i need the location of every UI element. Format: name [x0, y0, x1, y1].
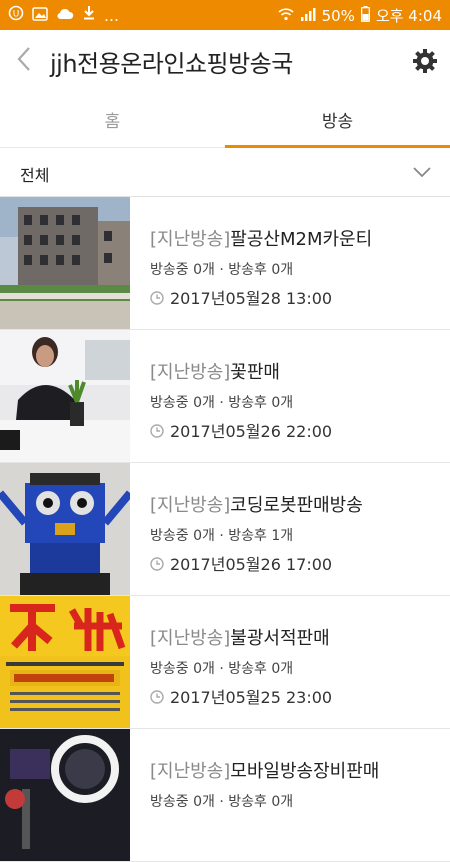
clock-icon: [150, 423, 164, 438]
battery-percent: 50%: [321, 6, 355, 25]
broadcast-item[interactable]: [지난방송]모바일방송장비판매 방송중 0개 · 방송후 0개: [0, 729, 450, 862]
broadcast-info: [지난방송]꽃판매 방송중 0개 · 방송후 0개 2017년05월26 22:…: [150, 358, 440, 442]
battery-icon: [361, 5, 370, 26]
broadcast-tag: [지난방송]: [150, 362, 231, 383]
broadcast-counts: 방송중 0개 · 방송후 1개: [150, 528, 294, 544]
broadcast-date-text: 2017년05월25 23:00: [170, 688, 333, 707]
broadcast-list: [지난방송]팔공산M2M카운티 방송중 0개 · 방송후 0개 2017년05월…: [0, 197, 450, 862]
broadcast-tag: [지난방송]: [150, 495, 231, 516]
tab-broadcast[interactable]: 방송: [225, 92, 450, 148]
filter-label: 전체: [20, 166, 50, 185]
download-icon: [82, 5, 96, 26]
broadcast-thumbnail: [0, 330, 130, 462]
broadcast-name: 코딩로봇판매방송: [230, 495, 363, 516]
broadcast-name: 불광서적판매: [230, 628, 330, 649]
broadcast-date-text: 2017년05월28 13:00: [170, 289, 333, 308]
broadcast-info: [지난방송]코딩로봇판매방송 방송중 0개 · 방송후 1개 2017년05월2…: [150, 491, 440, 575]
broadcast-item[interactable]: [지난방송]불광서적판매 방송중 0개 · 방송후 0개 2017년05월25 …: [0, 596, 450, 729]
broadcast-title: [지난방송]불광서적판매: [150, 624, 440, 650]
more-icon: …: [104, 6, 119, 25]
clock-icon: [150, 689, 164, 704]
page-title: jjh전용온라인쇼핑방송국: [50, 50, 293, 78]
broadcast-counts: 방송중 0개 · 방송후 0개: [150, 794, 294, 810]
signal-icon: [300, 7, 316, 25]
broadcast-info: [지난방송]불광서적판매 방송중 0개 · 방송후 0개 2017년05월25 …: [150, 624, 440, 708]
broadcast-name: 팔공산M2M카운티: [230, 229, 373, 250]
broadcast-title: [지난방송]꽃판매: [150, 358, 440, 384]
gear-icon[interactable]: [412, 48, 438, 74]
clock-icon: [150, 290, 164, 305]
svg-text:U: U: [13, 10, 20, 20]
broadcast-counts: 방송중 0개 · 방송후 0개: [150, 262, 294, 278]
status-bar: U … 50% 오후 4:04: [0, 0, 450, 30]
broadcast-info: [지난방송]모바일방송장비판매 방송중 0개 · 방송후 0개: [150, 757, 440, 811]
broadcast-date-text: 2017년05월26 22:00: [170, 422, 333, 441]
image-icon: [32, 6, 48, 26]
wifi-icon: [278, 7, 294, 25]
broadcast-date: 2017년05월28 13:00: [150, 285, 440, 309]
broadcast-date: 2017년05월25 23:00: [150, 684, 440, 708]
u-plus-icon: U: [8, 5, 24, 26]
broadcast-thumbnail: [0, 596, 130, 728]
broadcast-thumbnail: [0, 463, 130, 595]
broadcast-counts: 방송중 0개 · 방송후 0개: [150, 661, 294, 677]
tab-home[interactable]: 홈: [0, 92, 225, 147]
broadcast-date: 2017년05월26 17:00: [150, 551, 440, 575]
clock-icon: [150, 556, 164, 571]
broadcast-counts: 방송중 0개 · 방송후 0개: [150, 395, 294, 411]
broadcast-name: 꽃판매: [230, 362, 280, 383]
broadcast-item[interactable]: [지난방송]코딩로봇판매방송 방송중 0개 · 방송후 1개 2017년05월2…: [0, 463, 450, 596]
broadcast-name: 모바일방송장비판매: [230, 761, 380, 782]
cloud-icon: [56, 6, 74, 26]
broadcast-info: [지난방송]팔공산M2M카운티 방송중 0개 · 방송후 0개 2017년05월…: [150, 225, 440, 309]
status-time: 오후 4:04: [375, 7, 442, 25]
back-icon[interactable]: [12, 44, 38, 74]
broadcast-thumbnail: [0, 197, 130, 329]
chevron-down-icon: [412, 164, 432, 178]
broadcast-tag: [지난방송]: [150, 761, 231, 782]
app-bar: jjh전용온라인쇼핑방송국: [0, 30, 450, 93]
filter-dropdown[interactable]: 전체: [0, 148, 450, 197]
broadcast-tag: [지난방송]: [150, 628, 231, 649]
broadcast-title: [지난방송]모바일방송장비판매: [150, 757, 440, 783]
broadcast-thumbnail: [0, 729, 130, 861]
broadcast-item[interactable]: [지난방송]꽃판매 방송중 0개 · 방송후 0개 2017년05월26 22:…: [0, 330, 450, 463]
broadcast-date-text: 2017년05월26 17:00: [170, 555, 333, 574]
broadcast-title: [지난방송]팔공산M2M카운티: [150, 225, 440, 251]
broadcast-date: 2017년05월26 22:00: [150, 418, 440, 442]
broadcast-title: [지난방송]코딩로봇판매방송: [150, 491, 440, 517]
broadcast-tag: [지난방송]: [150, 229, 231, 250]
broadcast-item[interactable]: [지난방송]팔공산M2M카운티 방송중 0개 · 방송후 0개 2017년05월…: [0, 197, 450, 330]
tab-bar: 홈 방송: [0, 92, 450, 148]
